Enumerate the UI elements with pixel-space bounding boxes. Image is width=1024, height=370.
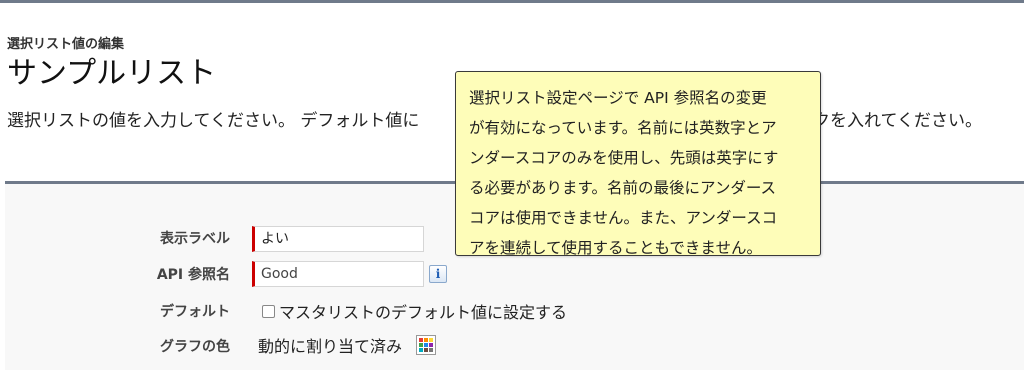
api-name-help-tooltip: 選択リスト設定ページで API 参照名の変更 が有効になっています。名前には英数字… xyxy=(455,71,821,257)
tooltip-line: る必要があります。名前の最後にアンダース xyxy=(469,179,777,197)
palette-swatch xyxy=(419,343,424,347)
tooltip-line: アを連続して使用することもできません。 xyxy=(469,239,762,257)
palette-swatch xyxy=(424,343,429,347)
tooltip-line: が有効になっています。名前には英数字とア xyxy=(469,119,777,137)
palette-swatch xyxy=(429,348,434,352)
instruction-text-start: 選択リストの値を入力してください。 デフォルト値に xyxy=(7,111,420,131)
tooltip-line: 選択リスト設定ページで API 参照名の変更 xyxy=(469,89,767,107)
instruction-text-end: クを入れてください。 xyxy=(813,111,982,131)
graph-color-label: グラフの色 xyxy=(160,339,230,355)
palette-swatch xyxy=(419,338,424,342)
info-icon[interactable]: i xyxy=(429,265,447,283)
api-name-input[interactable]: Good xyxy=(252,261,424,287)
default-checkbox-row[interactable]: マスタリストのデフォルト値に設定する xyxy=(262,300,567,322)
palette-swatch xyxy=(424,348,429,352)
page-title: サンプルリスト xyxy=(7,56,217,91)
tooltip-line: コアは使用できません。また、アンダースコ xyxy=(469,209,778,227)
graph-color-row: 動的に割り当て済み xyxy=(258,333,437,357)
top-divider xyxy=(0,0,1024,3)
display-label-label: 表示ラベル xyxy=(160,231,230,247)
instruction-text: 選択リストの値を入力してください。 デフォルト値に クを入れてください。 xyxy=(7,106,982,131)
default-checkbox[interactable] xyxy=(262,304,275,318)
palette-swatch xyxy=(429,338,434,342)
tooltip-line: ンダースコアのみを使用し、先頭は英字にす xyxy=(469,149,779,167)
display-label-input[interactable]: よい xyxy=(252,226,424,252)
color-palette-icon[interactable] xyxy=(416,335,437,355)
edit-picklist-value-page: 選択リスト値の編集 サンプルリスト 選択リストの値を入力してください。 デフォル… xyxy=(0,0,1024,370)
palette-swatch xyxy=(424,338,429,342)
palette-swatch xyxy=(419,348,424,352)
palette-swatch xyxy=(429,343,434,347)
api-name-label: API 参照名 xyxy=(156,267,230,283)
default-label: デフォルト xyxy=(160,304,230,320)
graph-color-value: 動的に割り当て済み xyxy=(258,337,403,356)
default-checkbox-label[interactable]: マスタリストのデフォルト値に設定する xyxy=(279,299,567,323)
